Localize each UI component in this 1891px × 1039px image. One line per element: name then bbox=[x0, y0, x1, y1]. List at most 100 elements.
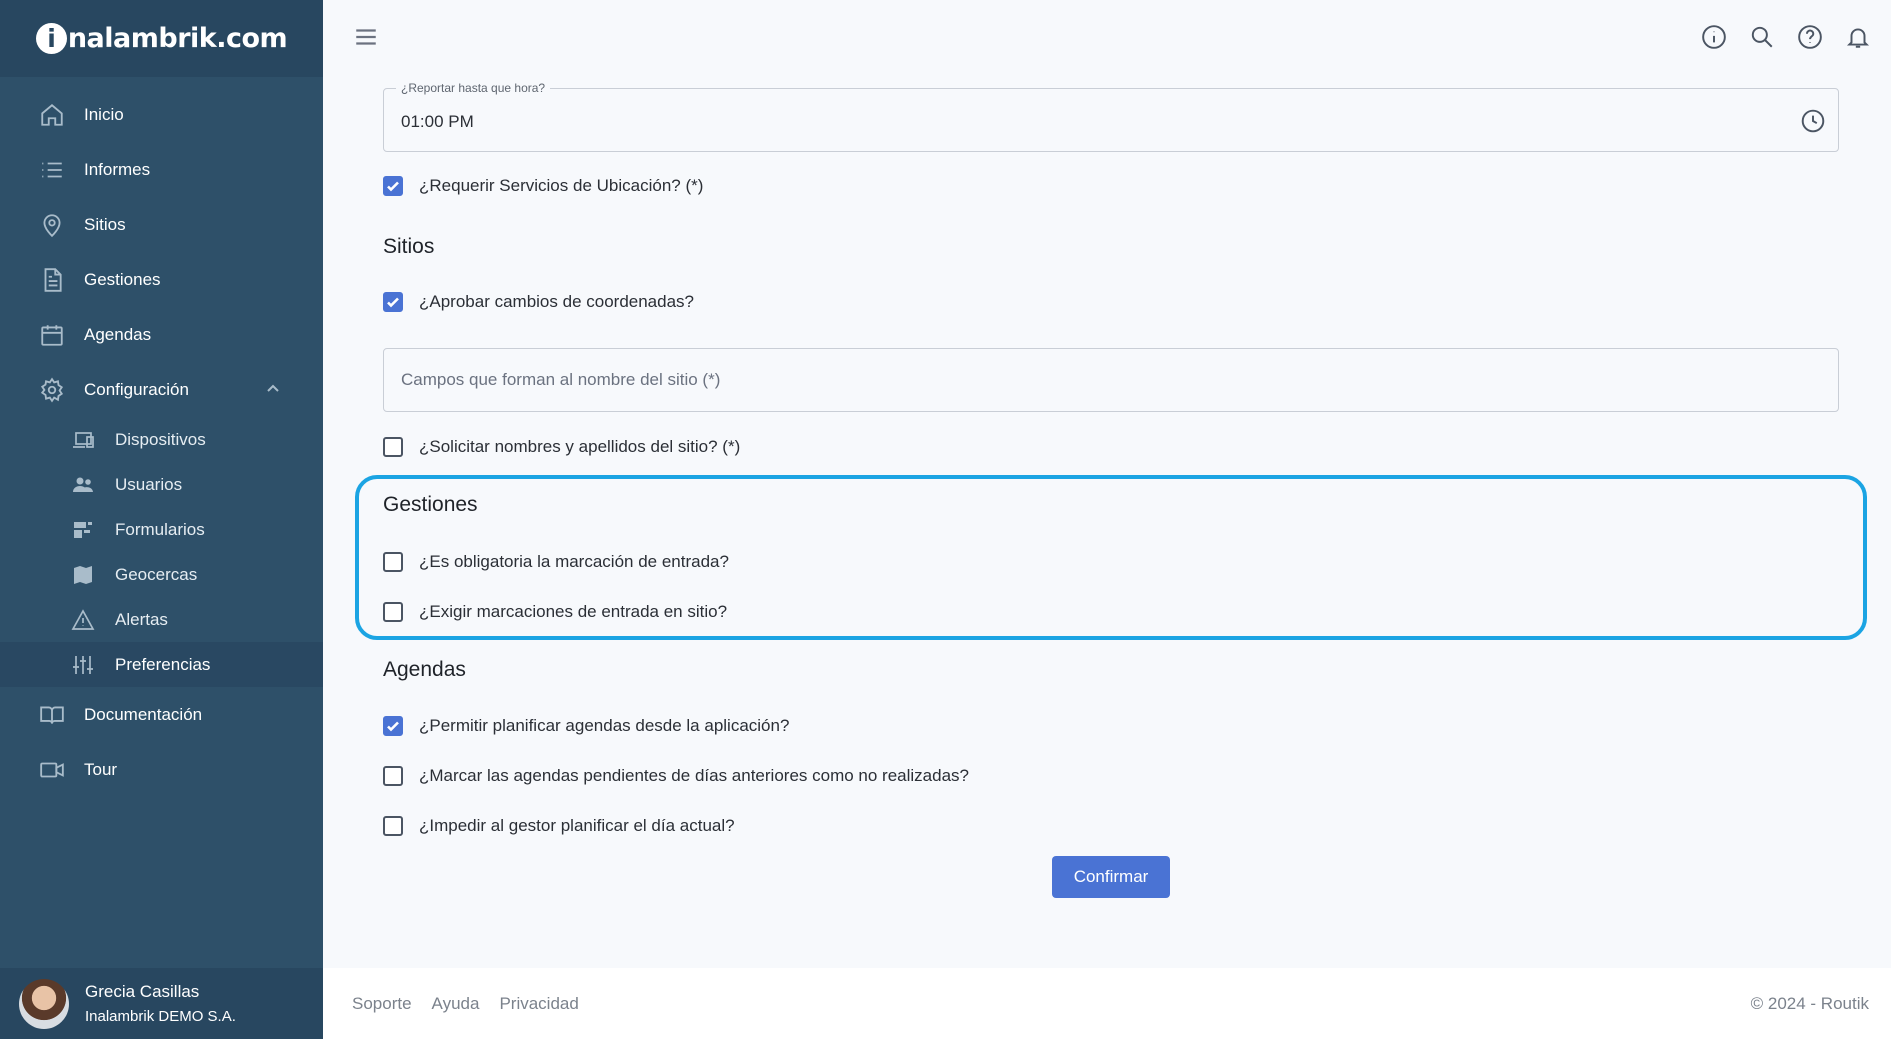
home-icon bbox=[38, 101, 66, 129]
checkbox-unchecked[interactable] bbox=[383, 766, 403, 786]
map-icon bbox=[70, 562, 96, 588]
logo[interactable]: i nalambrik.com bbox=[35, 23, 288, 54]
sidebar-item-dispositivos[interactable]: Dispositivos bbox=[0, 417, 323, 462]
document-icon bbox=[38, 266, 66, 294]
sidebar-item-label: Gestiones bbox=[84, 269, 161, 289]
sidebar-item-sitios[interactable]: Sitios bbox=[0, 197, 323, 252]
sidebar-item-label: Tour bbox=[84, 759, 118, 779]
sidebar-item-label: Documentación bbox=[84, 704, 203, 724]
sidebar: i nalambrik.com Inicio Informes Sitios Ge… bbox=[0, 0, 323, 1039]
config-submenu: Dispositivos Usuarios Formularios Geocer… bbox=[0, 417, 323, 687]
section-title-sitios: Sitios bbox=[383, 235, 435, 258]
request-names-checkbox[interactable]: ¿Solicitar nombres y apellidos del sitio… bbox=[383, 437, 740, 457]
calendar-icon bbox=[38, 321, 66, 349]
checkbox-checked[interactable] bbox=[383, 176, 403, 196]
entry-on-site-checkbox[interactable]: ¿Exigir marcaciones de entrada en sitio? bbox=[383, 602, 727, 622]
checkbox-label: ¿Permitir planificar agendas desde la ap… bbox=[419, 716, 790, 735]
gear-icon bbox=[38, 376, 66, 404]
allow-planning-checkbox[interactable]: ¿Permitir planificar agendas desde la ap… bbox=[383, 716, 789, 736]
checkbox-label: ¿Marcar las agendas pendientes de días a… bbox=[419, 766, 969, 785]
footer-link-ayuda[interactable]: Ayuda bbox=[432, 994, 480, 1014]
approve-coords-checkbox[interactable]: ¿Aprobar cambios de coordenadas? bbox=[383, 292, 694, 312]
time-field-value[interactable]: 01:00 PM bbox=[401, 112, 474, 132]
section-title-agendas: Agendas bbox=[383, 658, 466, 681]
checkbox-label: ¿Solicitar nombres y apellidos del sitio… bbox=[419, 437, 741, 456]
copyright: © 2024 - Routik bbox=[1750, 994, 1869, 1013]
sidebar-item-agendas[interactable]: Agendas bbox=[0, 307, 323, 362]
sliders-icon bbox=[70, 652, 96, 678]
checkbox-checked[interactable] bbox=[383, 716, 403, 736]
sidebar-item-informes[interactable]: Informes bbox=[0, 142, 323, 197]
sidebar-item-label: Formularios bbox=[115, 519, 205, 539]
footer: Soporte Ayuda Privacidad © 2024 - Routik bbox=[323, 968, 1891, 1039]
require-location-checkbox[interactable]: ¿Requerir Servicios de Ubicación? (*) bbox=[383, 176, 703, 196]
users-icon bbox=[70, 472, 96, 498]
clock-icon[interactable] bbox=[1800, 108, 1826, 134]
help-icon[interactable] bbox=[1797, 24, 1823, 50]
search-icon[interactable] bbox=[1749, 24, 1775, 50]
user-org: Inalambrik DEMO S.A. bbox=[85, 1008, 236, 1025]
checkbox-label: ¿Aprobar cambios de coordenadas? bbox=[419, 292, 694, 311]
sidebar-item-label: Agendas bbox=[84, 324, 152, 344]
sidebar-item-label: Inicio bbox=[84, 104, 124, 124]
top-actions bbox=[1679, 24, 1871, 50]
sidebar-item-gestiones[interactable]: Gestiones bbox=[0, 252, 323, 307]
sidebar-item-alertas[interactable]: Alertas bbox=[0, 597, 323, 642]
checkbox-label: ¿Es obligatoria la marcación de entrada? bbox=[419, 552, 729, 571]
map-pin-icon bbox=[38, 211, 66, 239]
sidebar-item-inicio[interactable]: Inicio bbox=[0, 87, 323, 142]
sidebar-item-configuracion[interactable]: Configuración bbox=[0, 362, 323, 417]
report-until-time-field[interactable]: ¿Reportar hasta que hora? 01:00 PM bbox=[383, 81, 1839, 152]
sidebar-item-usuarios[interactable]: Usuarios bbox=[0, 462, 323, 507]
devices-icon bbox=[70, 427, 96, 453]
hamburger-menu-icon[interactable] bbox=[353, 24, 379, 50]
sidebar-bottom-nav: Documentación Tour bbox=[0, 687, 323, 797]
sidebar-item-formularios[interactable]: Formularios bbox=[0, 507, 323, 552]
info-icon[interactable] bbox=[1701, 24, 1727, 50]
time-field-legend: ¿Reportar hasta que hora? bbox=[396, 81, 551, 95]
sidebar-item-preferencias[interactable]: Preferencias bbox=[0, 642, 323, 687]
list-icon bbox=[38, 156, 66, 184]
logo-text: nalambrik.com bbox=[67, 23, 288, 54]
sidebar-item-label: Preferencias bbox=[115, 654, 211, 674]
site-name-fields-input-wrapper bbox=[383, 348, 1839, 412]
logo-mark: i bbox=[35, 23, 67, 54]
checkbox-unchecked[interactable] bbox=[383, 816, 403, 836]
chevron-up-icon[interactable] bbox=[265, 381, 281, 397]
book-icon bbox=[38, 701, 66, 729]
section-title-gestiones: Gestiones bbox=[383, 493, 478, 516]
checkbox-unchecked[interactable] bbox=[383, 437, 403, 457]
checkbox-unchecked[interactable] bbox=[383, 552, 403, 572]
brand-header: i nalambrik.com bbox=[0, 0, 323, 77]
confirm-button[interactable]: Confirmar bbox=[1052, 856, 1170, 898]
warning-icon bbox=[70, 607, 96, 633]
site-name-fields-input[interactable] bbox=[384, 349, 1838, 411]
forms-icon bbox=[70, 517, 96, 543]
checkbox-checked[interactable] bbox=[383, 292, 403, 312]
sidebar-item-label: Informes bbox=[84, 159, 151, 179]
user-profile[interactable]: Grecia Casillas Inalambrik DEMO S.A. bbox=[0, 968, 323, 1039]
checkbox-label: ¿Requerir Servicios de Ubicación? (*) bbox=[419, 176, 704, 195]
sidebar-item-label: Sitios bbox=[84, 214, 126, 234]
sidebar-item-geocercas[interactable]: Geocercas bbox=[0, 552, 323, 597]
footer-link-soporte[interactable]: Soporte bbox=[352, 994, 412, 1014]
entry-mandatory-checkbox[interactable]: ¿Es obligatoria la marcación de entrada? bbox=[383, 552, 729, 572]
sidebar-item-documentacion[interactable]: Documentación bbox=[0, 687, 323, 742]
sidebar-item-tour[interactable]: Tour bbox=[0, 742, 323, 797]
sidebar-item-label: Dispositivos bbox=[115, 429, 206, 449]
checkbox-label: ¿Impedir al gestor planificar el día act… bbox=[419, 816, 735, 835]
footer-link-privacidad[interactable]: Privacidad bbox=[499, 994, 578, 1014]
user-name: Grecia Casillas bbox=[85, 982, 200, 1001]
sidebar-item-label: Usuarios bbox=[115, 474, 183, 494]
mark-pending-checkbox[interactable]: ¿Marcar las agendas pendientes de días a… bbox=[383, 766, 969, 786]
bell-icon[interactable] bbox=[1845, 24, 1871, 50]
sidebar-item-label: Alertas bbox=[115, 609, 168, 629]
checkbox-label: ¿Exigir marcaciones de entrada en sitio? bbox=[419, 602, 728, 621]
sidebar-nav: Inicio Informes Sitios Gestiones Agendas… bbox=[0, 77, 323, 417]
prevent-today-checkbox[interactable]: ¿Impedir al gestor planificar el día act… bbox=[383, 816, 735, 836]
video-icon bbox=[38, 756, 66, 784]
top-bar bbox=[323, 0, 1891, 72]
sidebar-item-label: Geocercas bbox=[115, 564, 198, 584]
checkbox-unchecked[interactable] bbox=[383, 602, 403, 622]
avatar bbox=[19, 978, 69, 1029]
